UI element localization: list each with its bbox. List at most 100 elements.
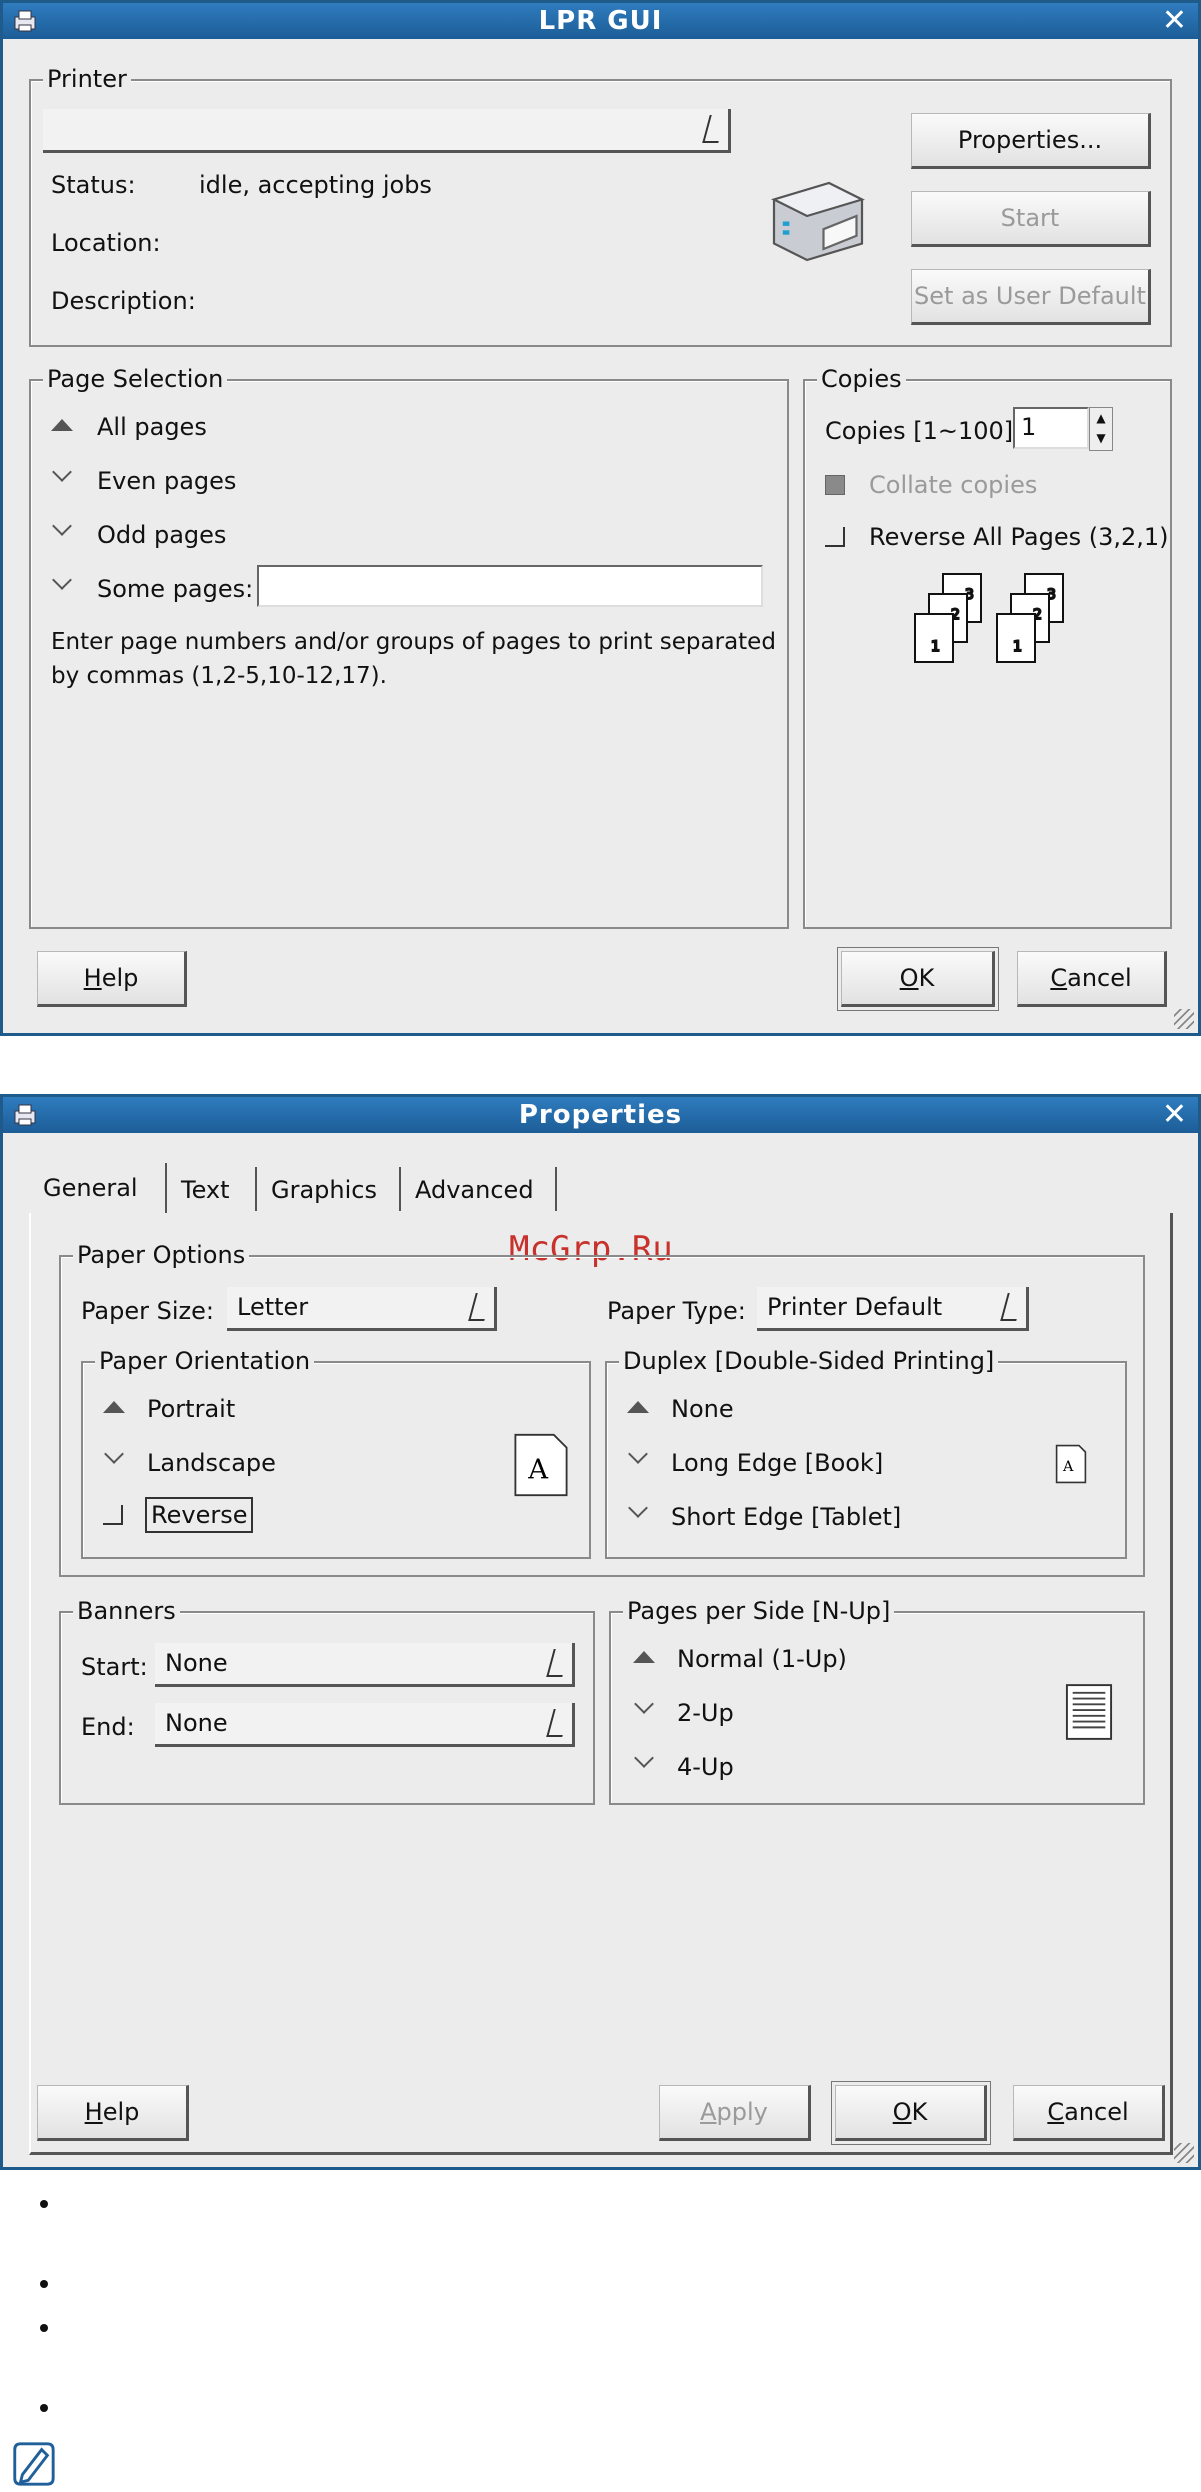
paper-size-value: Letter: [237, 1293, 309, 1321]
portrait-label[interactable]: Portrait: [147, 1395, 235, 1423]
copies-spinbox[interactable]: 1: [1013, 407, 1089, 449]
orientation-title: Paper Orientation: [95, 1347, 315, 1375]
paper-size-label: Paper Size:: [81, 1297, 214, 1325]
tab-separator: [555, 1167, 557, 1211]
banner-end-value: None: [165, 1709, 228, 1737]
copies-label: Copies [1~100]:: [825, 417, 1022, 445]
paper-size-select[interactable]: Letter: [227, 1287, 497, 1331]
radio-short-edge[interactable]: [628, 1498, 648, 1518]
radio-even-pages[interactable]: [52, 462, 72, 482]
apply-button[interactable]: Apply: [659, 2085, 811, 2141]
printer-image-icon: [771, 181, 865, 262]
duplex-none-label[interactable]: None: [671, 1395, 734, 1423]
close-icon[interactable]: ✕: [1162, 3, 1188, 39]
radio-odd-pages[interactable]: [52, 516, 72, 536]
properties-titlebar: Properties ✕: [3, 1097, 1198, 1133]
note-pencil-icon: [13, 2442, 55, 2486]
paper-type-select[interactable]: Printer Default: [757, 1287, 1029, 1331]
start-button[interactable]: Start: [911, 191, 1151, 247]
close-icon[interactable]: ✕: [1162, 1097, 1188, 1133]
help-button[interactable]: Help: [37, 951, 187, 1007]
nup-4-label[interactable]: 4-Up: [677, 1753, 734, 1781]
ok-label: K: [911, 2098, 928, 2126]
help-mnemonic: H: [83, 964, 102, 992]
nup-1-label[interactable]: Normal (1-Up): [677, 1645, 847, 1673]
sheet-1-left: 1: [931, 639, 940, 655]
orientation-group: Paper Orientation Portrait Landscape Rev…: [81, 1347, 591, 1559]
landscape-label[interactable]: Landscape: [147, 1449, 276, 1477]
status-label: Status:: [51, 171, 136, 199]
cancel-label: ancel: [1067, 964, 1132, 992]
set-user-default-button[interactable]: Set as User Default: [911, 269, 1151, 325]
bullet-point: [40, 2200, 48, 2208]
help-mnemonic: H: [84, 2098, 103, 2126]
radio-all-pages[interactable]: [51, 419, 73, 431]
duplex-preview-letter: A: [1062, 1459, 1074, 1475]
odd-pages-label[interactable]: Odd pages: [97, 521, 226, 549]
long-edge-label[interactable]: Long Edge [Book]: [671, 1449, 883, 1477]
nup-2-label[interactable]: 2-Up: [677, 1699, 734, 1727]
cancel-button[interactable]: Cancel: [1017, 951, 1167, 1007]
ok-label: K: [918, 964, 935, 992]
radio-portrait[interactable]: [103, 1401, 125, 1413]
banner-start-select[interactable]: None: [155, 1643, 575, 1687]
all-pages-label[interactable]: All pages: [97, 413, 207, 441]
chevron-down-icon: [468, 1293, 492, 1321]
chevron-down-icon: [702, 115, 726, 143]
resize-grip[interactable]: [1174, 1009, 1194, 1029]
printer-select[interactable]: [43, 109, 731, 153]
radio-nup-2[interactable]: [634, 1694, 654, 1714]
copies-value: 1: [1021, 413, 1037, 441]
ok-button[interactable]: OK: [831, 2081, 991, 2145]
radio-some-pages[interactable]: [52, 570, 72, 590]
location-label: Location:: [51, 229, 161, 257]
help-button[interactable]: Help: [37, 2085, 189, 2141]
reverse-all-checkbox[interactable]: [825, 527, 845, 547]
radio-landscape[interactable]: [104, 1444, 124, 1464]
cancel-button[interactable]: Cancel: [1013, 2085, 1165, 2141]
tab-advanced[interactable]: Advanced: [405, 1165, 544, 1215]
short-edge-label[interactable]: Short Edge [Tablet]: [671, 1503, 901, 1531]
tab-graphics[interactable]: Graphics: [261, 1165, 387, 1215]
paper-options-title: Paper Options: [73, 1241, 250, 1269]
page-selection-title: Page Selection: [43, 365, 228, 393]
banner-start-label: Start:: [81, 1653, 148, 1681]
lpr-gui-window: LPR GUI ✕ Printer Status: idle, acceptin…: [0, 0, 1201, 1036]
collate-checkbox[interactable]: [825, 475, 845, 495]
ok-button[interactable]: OK: [837, 947, 999, 1011]
chevron-down-icon: [546, 1649, 570, 1677]
duplex-page-icon: A: [1055, 1444, 1087, 1484]
apply-mnemonic: A: [700, 2098, 717, 2126]
radio-duplex-none[interactable]: [627, 1401, 649, 1413]
some-pages-input[interactable]: [257, 565, 763, 607]
chevron-down-icon: [546, 1709, 570, 1737]
tab-general[interactable]: General: [33, 1163, 148, 1213]
paper-type-label: Paper Type:: [607, 1297, 746, 1325]
reverse-checkbox[interactable]: [103, 1505, 123, 1525]
chevron-down-icon: [1000, 1293, 1024, 1321]
bullet-point: [40, 2324, 48, 2332]
radio-long-edge[interactable]: [628, 1444, 648, 1464]
some-pages-label[interactable]: Some pages:: [97, 575, 253, 603]
copies-spin-buttons[interactable]: ▲ ▼: [1089, 407, 1113, 451]
banners-group: Banners Start: None End: None: [59, 1597, 595, 1805]
resize-grip[interactable]: [1174, 2143, 1194, 2163]
tab-text[interactable]: Text: [171, 1165, 240, 1215]
printer-group: Printer Status: idle, accepting jobs Loc…: [29, 65, 1172, 347]
even-pages-label[interactable]: Even pages: [97, 467, 236, 495]
reverse-label[interactable]: Reverse: [145, 1497, 254, 1533]
radio-nup-4[interactable]: [634, 1748, 654, 1768]
help-label: elp: [101, 964, 139, 992]
pages-hint-line1: Enter page numbers and/or groups of page…: [51, 629, 776, 655]
properties-button[interactable]: Properties...: [911, 113, 1151, 169]
copies-group-title: Copies: [817, 365, 906, 393]
window-title: Properties: [518, 1100, 683, 1130]
ok-mnemonic: O: [892, 2098, 912, 2126]
radio-nup-1[interactable]: [633, 1651, 655, 1663]
copies-group: Copies Copies [1~100]: 1 ▲ ▼ Collate copi…: [803, 365, 1172, 929]
printer-icon: [14, 1104, 36, 1126]
cancel-label: ancel: [1064, 2098, 1129, 2126]
paper-options-group: Paper Options Paper Size: Letter Paper T…: [59, 1241, 1145, 1577]
reverse-all-label: Reverse All Pages (3,2,1): [869, 523, 1169, 551]
banner-end-select[interactable]: None: [155, 1703, 575, 1747]
